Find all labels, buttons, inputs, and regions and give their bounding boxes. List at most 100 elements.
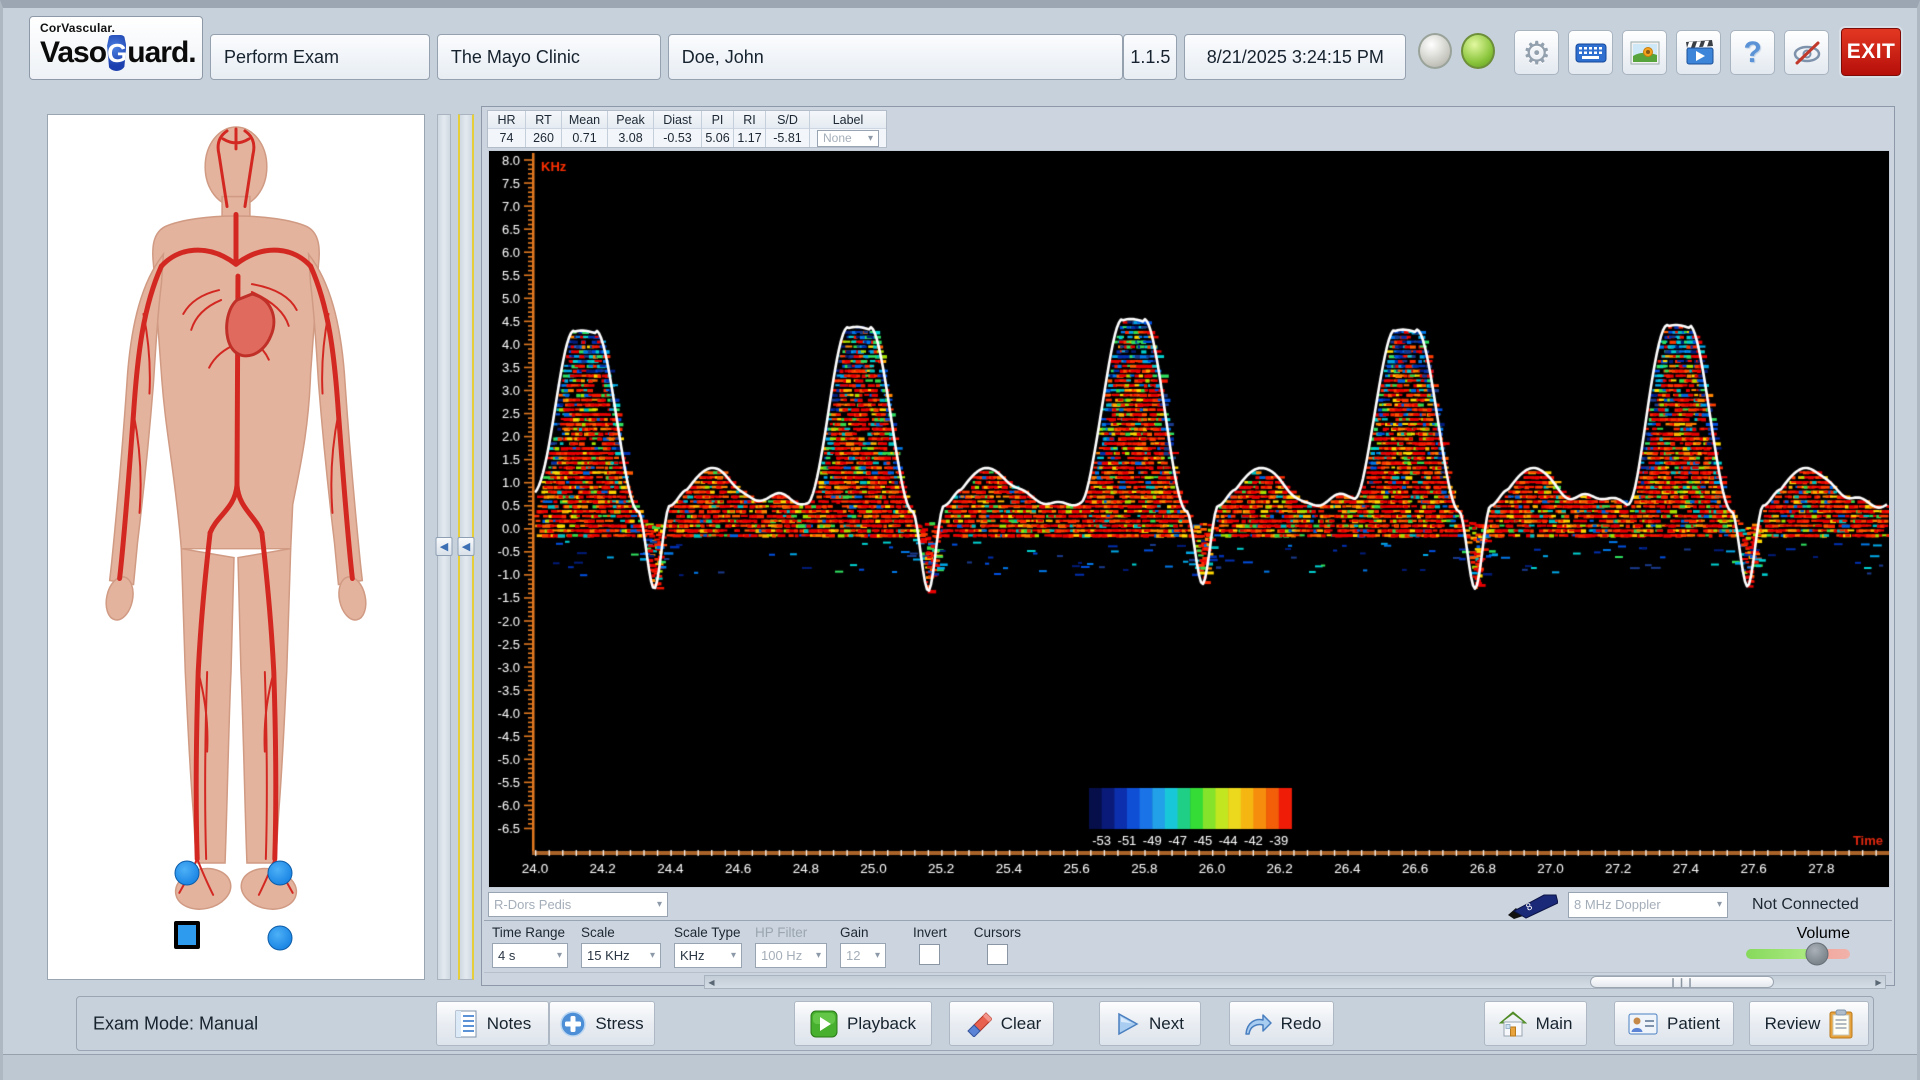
notes-button[interactable]: Notes xyxy=(436,1001,549,1046)
scroll-right-arrow-icon[interactable]: ▶ xyxy=(1872,976,1885,988)
chevron-down-icon: ▾ xyxy=(867,132,873,144)
status-light-green xyxy=(1461,33,1496,69)
panel-splitter-left[interactable]: ◀ xyxy=(435,114,453,980)
chevron-down-icon: ▾ xyxy=(730,950,736,961)
doppler-panel: HR 74 RT 260 Mean 0.71 Peak 3.08 Diast -0.53 PI 5.0… xyxy=(481,106,1895,989)
stat-label-header: Label xyxy=(810,111,886,129)
playback-icon xyxy=(810,1010,838,1037)
stress-plus-icon xyxy=(560,1010,587,1037)
probe-group: 8 8 MHz Doppler ▾ Not Connected xyxy=(1506,891,1882,919)
video-clapper-icon xyxy=(1685,39,1714,64)
clear-button[interactable]: Clear xyxy=(949,1001,1054,1046)
collapse-left-arrow-icon[interactable]: ◀ xyxy=(435,537,453,556)
playback-button[interactable]: Playback xyxy=(794,1001,932,1046)
review-button[interactable]: Review xyxy=(1749,1001,1869,1046)
chevron-down-icon: ▾ xyxy=(656,899,662,910)
logo-company-text: CorVascular. xyxy=(40,21,116,35)
scale-type-dropdown[interactable]: KHz ▾ xyxy=(674,943,742,968)
patient-name-field: Doe, John xyxy=(667,34,1124,80)
time-range-dropdown[interactable]: 4 s ▾ xyxy=(492,943,568,968)
hp-filter-dropdown[interactable]: 100 Hz ▾ xyxy=(755,943,827,968)
privacy-button[interactable] xyxy=(1784,30,1830,75)
stat-rt: RT 260 xyxy=(526,111,562,147)
measurement-stats-bar: HR 74 RT 260 Mean 0.71 Peak 3.08 Diast -0.53 PI 5.0… xyxy=(487,110,887,148)
horizontal-scrollbar[interactable]: ◀ ❙❙❙ ▶ xyxy=(704,975,1886,989)
volume-thumb[interactable] xyxy=(1805,942,1829,966)
chevron-down-icon: ▾ xyxy=(874,950,880,961)
notes-icon xyxy=(455,1010,477,1037)
image-button[interactable] xyxy=(1622,30,1668,75)
review-clipboard-icon xyxy=(1829,1009,1853,1038)
gear-icon: ⚙ xyxy=(1522,34,1552,71)
chevron-down-icon: ▾ xyxy=(556,950,562,961)
app-logo: CorVascular. Vaso Guard. xyxy=(29,16,203,80)
footer-bar: Exam Mode: Manual Notes Stress Playback … xyxy=(76,996,1874,1051)
scroll-left-arrow-icon[interactable]: ◀ xyxy=(705,976,718,988)
hp-filter-group: HP Filter 100 Hz ▾ xyxy=(755,925,827,972)
window-bottom-edge xyxy=(3,1054,1917,1080)
version-field: 1.1.5 xyxy=(1123,34,1178,80)
stress-button[interactable]: Stress xyxy=(549,1001,655,1046)
redo-button[interactable]: Redo xyxy=(1229,1001,1334,1046)
cursors-checkbox[interactable] xyxy=(986,944,1008,965)
volume-slider[interactable] xyxy=(1746,942,1850,966)
home-icon xyxy=(1498,1010,1527,1036)
keyboard-button[interactable] xyxy=(1568,30,1614,75)
facility-field: The Mayo Clinic xyxy=(436,34,661,80)
chevron-down-icon: ▾ xyxy=(649,950,655,961)
image-icon xyxy=(1630,41,1660,64)
gain-dropdown[interactable]: 12 ▾ xyxy=(840,943,886,968)
doppler-spectrogram-canvas[interactable] xyxy=(488,150,1890,888)
site-left-calf[interactable] xyxy=(267,860,293,886)
probe-dropdown[interactable]: 8 MHz Doppler ▾ xyxy=(1568,891,1728,918)
top-toolbar: CorVascular. Vaso Guard. Perform Exam The… xyxy=(29,14,1904,80)
scrollbar-thumb[interactable]: ❙❙❙ xyxy=(1590,976,1774,988)
gain-group: Gain 12 ▾ xyxy=(840,925,886,972)
logo-shield-icon: G xyxy=(107,35,127,71)
panel-splitter-right[interactable]: ◀ xyxy=(457,114,475,980)
doppler-probe-icon: 8 xyxy=(1508,894,1558,919)
site-row: R-Dors Pedis ▾ 8 8 MHz Doppler ▾ Not Conne… xyxy=(482,889,1894,920)
eye-disabled-icon xyxy=(1793,41,1820,64)
label-dropdown[interactable]: None ▾ xyxy=(817,129,879,147)
scale-dropdown[interactable]: 15 KHz ▾ xyxy=(581,943,661,968)
eraser-icon xyxy=(966,1011,992,1037)
invert-checkbox[interactable] xyxy=(919,944,941,965)
time-range-group: Time Range 4 s ▾ xyxy=(492,925,568,972)
stat-hr: HR 74 xyxy=(488,111,526,147)
stat-ri: RI 1.17 xyxy=(734,111,766,147)
keyboard-icon xyxy=(1575,43,1607,62)
help-icon: ? xyxy=(1743,35,1762,69)
main-button[interactable]: Main xyxy=(1484,1001,1587,1046)
patient-button[interactable]: Patient xyxy=(1614,1001,1734,1046)
logo-app-name: Vaso Guard. xyxy=(40,35,197,71)
settings-button[interactable]: ⚙ xyxy=(1514,30,1560,75)
help-button[interactable]: ? xyxy=(1730,30,1776,75)
invert-group: Invert xyxy=(913,925,947,972)
next-arrow-icon xyxy=(1118,1012,1139,1035)
site-left-ankle[interactable] xyxy=(267,925,293,951)
scale-type-group: Scale Type KHz ▾ xyxy=(674,925,742,972)
stat-label-column: Label None ▾ xyxy=(810,111,886,147)
redo-arrow-icon xyxy=(1244,1013,1272,1035)
video-playback-button[interactable] xyxy=(1676,30,1722,75)
connection-status: Not Connected xyxy=(1752,895,1859,913)
volume-group: Volume xyxy=(1746,925,1850,972)
body-map-panel xyxy=(47,114,425,980)
next-button[interactable]: Next xyxy=(1099,1001,1201,1046)
controls-row: Time Range 4 s ▾ Scale 15 KHz ▾ Scale Type… xyxy=(484,920,1892,973)
exam-mode-field: Perform Exam xyxy=(210,34,430,80)
patient-id-icon xyxy=(1628,1013,1658,1034)
stat-mean: Mean 0.71 xyxy=(562,111,608,147)
stat-peak: Peak 3.08 xyxy=(608,111,654,147)
scale-group: Scale 15 KHz ▾ xyxy=(581,925,661,972)
measurement-columns: HR 74 RT 260 Mean 0.71 Peak 3.08 Diast -0.53 PI 5.0… xyxy=(488,111,810,147)
site-right-calf[interactable] xyxy=(174,860,200,886)
collapse-right-arrow-icon[interactable]: ◀ xyxy=(457,537,475,556)
site-dropdown[interactable]: R-Dors Pedis ▾ xyxy=(488,892,668,917)
stat-diast: Diast -0.53 xyxy=(654,111,702,147)
site-right-ankle-selected[interactable] xyxy=(174,920,201,949)
stat-sd: S/D -5.81 xyxy=(766,111,810,147)
cursors-group: Cursors xyxy=(974,925,1021,972)
exit-button[interactable]: EXIT xyxy=(1839,26,1904,78)
